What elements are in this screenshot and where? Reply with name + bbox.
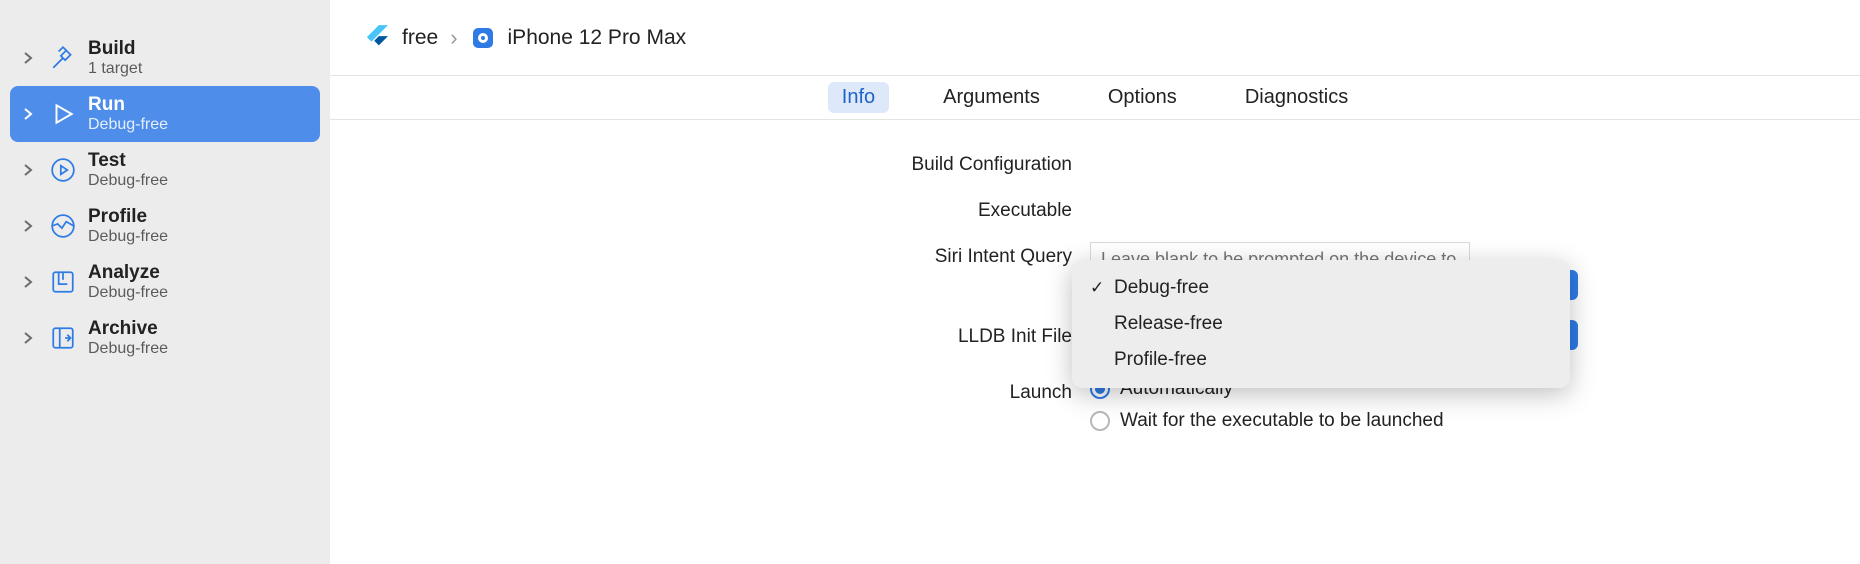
scheme-sidebar: Build 1 target Run Debug-free Test Debug…	[0, 0, 330, 564]
sidebar-subtitle: Debug-free	[88, 116, 168, 134]
executable-label: Executable	[330, 196, 1090, 222]
radio-unchecked-icon	[1090, 411, 1110, 431]
breadcrumb-scheme[interactable]: free	[402, 26, 438, 50]
main-panel: free › iPhone 12 Pro Max Info Arguments …	[330, 0, 1860, 564]
chevron-right-icon	[18, 108, 38, 120]
dropdown-option-profile-free[interactable]: Profile-free	[1072, 342, 1570, 378]
build-config-label: Build Configuration	[330, 150, 1090, 176]
dropdown-option-label: Debug-free	[1114, 277, 1209, 299]
sidebar-item-run[interactable]: Run Debug-free	[10, 86, 320, 142]
hammer-icon	[48, 43, 78, 73]
play-circle-icon	[48, 155, 78, 185]
tab-diagnostics[interactable]: Diagnostics	[1231, 82, 1362, 113]
dropdown-option-label: Profile-free	[1114, 349, 1207, 371]
play-icon	[48, 99, 78, 129]
sidebar-title: Test	[88, 150, 168, 172]
sidebar-title: Analyze	[88, 262, 168, 284]
tab-bar: Info Arguments Options Diagnostics	[330, 76, 1860, 120]
sidebar-title: Run	[88, 94, 168, 116]
flutter-icon	[364, 25, 390, 51]
sidebar-subtitle: Debug-free	[88, 228, 168, 246]
gauge-icon	[48, 211, 78, 241]
sidebar-title: Profile	[88, 206, 168, 228]
chevron-right-icon	[18, 332, 38, 344]
sidebar-subtitle: Debug-free	[88, 284, 168, 302]
sidebar-item-build[interactable]: Build 1 target	[10, 30, 320, 86]
tab-arguments[interactable]: Arguments	[929, 82, 1054, 113]
form-area: Build Configuration Executable Siri Inte…	[330, 120, 1860, 452]
checkmark-icon: ✓	[1090, 278, 1114, 298]
dropdown-option-label: Release-free	[1114, 313, 1223, 335]
sidebar-item-profile[interactable]: Profile Debug-free	[10, 198, 320, 254]
device-icon	[470, 25, 496, 51]
sidebar-subtitle: 1 target	[88, 60, 142, 78]
chevron-right-icon	[18, 52, 38, 64]
dropdown-option-debug-free[interactable]: ✓ Debug-free	[1072, 270, 1570, 306]
sidebar-subtitle: Debug-free	[88, 172, 168, 190]
chevron-right-icon	[18, 220, 38, 232]
sidebar-item-test[interactable]: Test Debug-free	[10, 142, 320, 198]
chevron-right-icon: ›	[450, 25, 457, 51]
analyze-icon	[48, 267, 78, 297]
tab-options[interactable]: Options	[1094, 82, 1191, 113]
chevron-right-icon	[18, 276, 38, 288]
tab-info[interactable]: Info	[828, 82, 889, 113]
dropdown-option-release-free[interactable]: Release-free	[1072, 306, 1570, 342]
siri-label: Siri Intent Query	[330, 242, 1090, 268]
lldb-label: LLDB Init File	[330, 322, 1090, 348]
chevron-right-icon	[18, 164, 38, 176]
sidebar-title: Build	[88, 38, 142, 60]
sidebar-item-analyze[interactable]: Analyze Debug-free	[10, 254, 320, 310]
breadcrumb-device[interactable]: iPhone 12 Pro Max	[508, 26, 687, 50]
launch-label: Launch	[330, 378, 1090, 404]
sidebar-subtitle: Debug-free	[88, 340, 168, 358]
build-config-dropdown: ✓ Debug-free Release-free Profile-free	[1072, 260, 1570, 388]
launch-wait-radio[interactable]: Wait for the executable to be launched	[1090, 410, 1444, 432]
launch-wait-label: Wait for the executable to be launched	[1120, 410, 1444, 432]
sidebar-title: Archive	[88, 318, 168, 340]
breadcrumb: free › iPhone 12 Pro Max	[330, 0, 1860, 76]
sidebar-item-archive[interactable]: Archive Debug-free	[10, 310, 320, 366]
archive-icon	[48, 323, 78, 353]
